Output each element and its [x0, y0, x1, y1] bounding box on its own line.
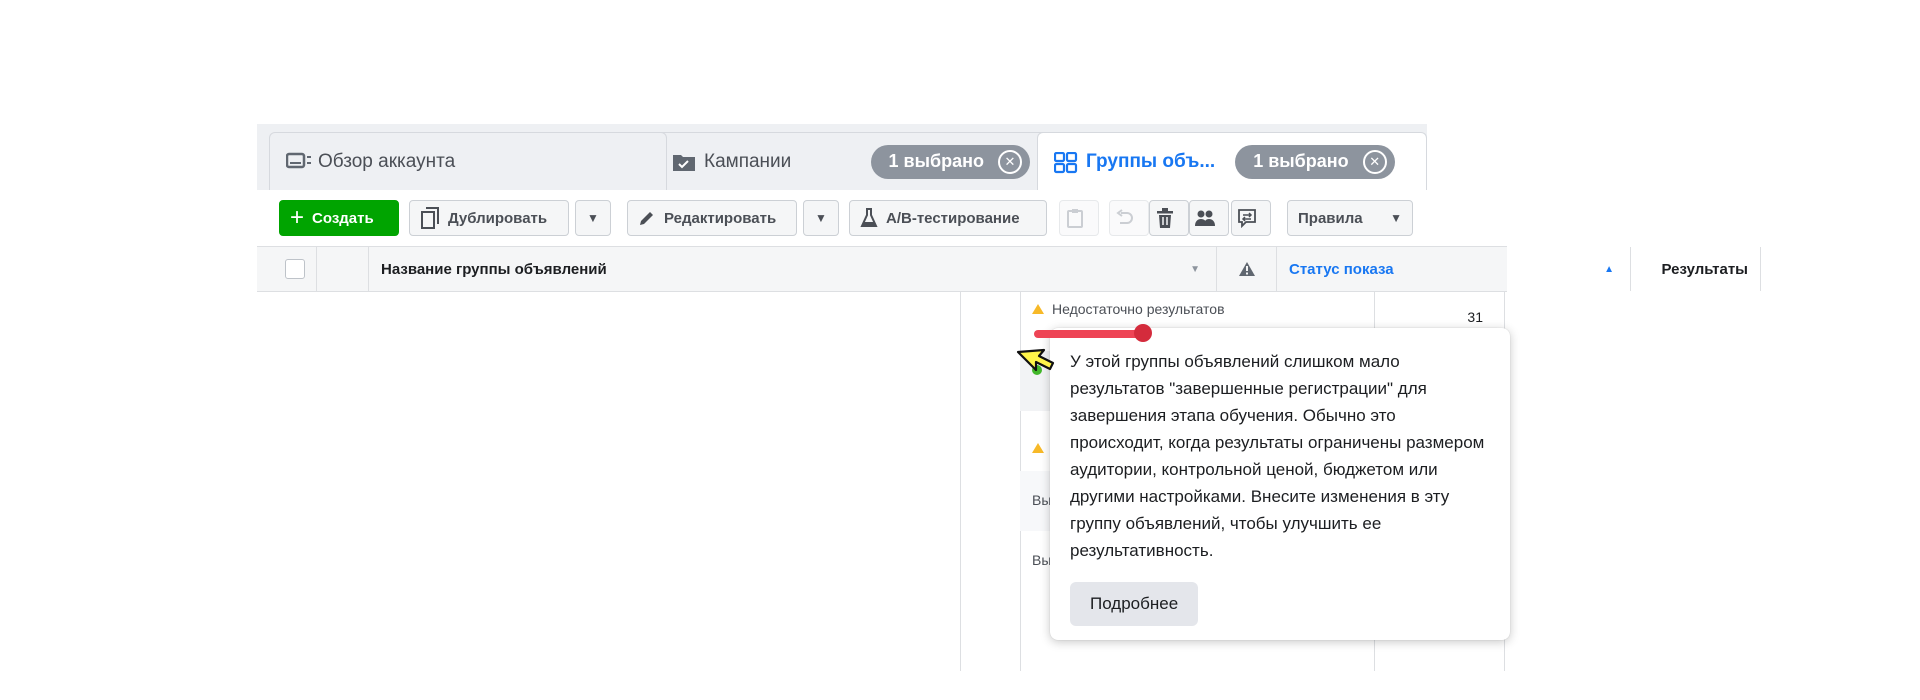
column-header-results[interactable]: Результаты [1631, 247, 1761, 291]
tab-ad-sets-label: Группы объ... [1086, 150, 1216, 172]
rules-button[interactable]: Правила ▼ [1287, 200, 1413, 236]
pointer-cursor-icon [1016, 348, 1055, 372]
column-name-label: Название группы объявлений [381, 260, 607, 278]
status-cell[interactable]: Недостаточно результатов [1032, 301, 1225, 317]
column-header-status[interactable]: Статус показа ▲ [1277, 247, 1631, 291]
edit-button[interactable]: Редактировать [627, 200, 797, 236]
tab-account-overview[interactable]: Обзор аккаунта [269, 132, 667, 190]
pencil-icon [640, 212, 653, 225]
column-header-name[interactable]: Название группы объявлений ▼ [369, 247, 1217, 291]
create-label: Создать [312, 209, 374, 227]
audience-button[interactable] [1189, 200, 1229, 236]
people-icon [1195, 210, 1215, 226]
learn-more-button[interactable]: Подробнее [1070, 582, 1199, 626]
grid-icon [1054, 151, 1078, 173]
clipboard-icon [1067, 209, 1083, 228]
column-divider [960, 291, 961, 671]
sort-down-icon[interactable]: ▼ [1190, 264, 1200, 275]
toggle-column-header [317, 247, 369, 291]
warning-triangle-icon [1032, 443, 1044, 453]
status-label-truncated: Вы [1032, 552, 1052, 568]
flask-icon [860, 208, 878, 227]
select-all-cell [257, 247, 317, 291]
sort-up-icon[interactable]: ▲ [1604, 264, 1614, 275]
warning-icon [1238, 262, 1255, 276]
trash-icon [1157, 208, 1173, 228]
status-label: Недостаточно результатов [1052, 301, 1225, 317]
campaigns-selected-pill[interactable]: 1 выбрано ✕ [870, 144, 1030, 179]
toolbar: + Создать Дублировать ▼ Редактировать ▼ … [257, 190, 1427, 246]
delete-button[interactable] [1149, 200, 1189, 236]
duplicate-label: Дублировать [448, 209, 548, 227]
status-label-truncated: Вы [1032, 492, 1052, 508]
clipboard-button[interactable] [1059, 200, 1099, 236]
tab-account-label: Обзор аккаунта [318, 150, 456, 172]
compare-icon [1238, 209, 1256, 228]
select-all-checkbox[interactable] [285, 259, 305, 279]
campaigns-selected-count: 1 выбрано [888, 151, 984, 171]
edit-dropdown-button[interactable]: ▼ [803, 200, 839, 236]
clear-selection-icon[interactable]: ✕ [1362, 149, 1387, 174]
folder-check-icon [672, 152, 696, 172]
caret-down-icon: ▼ [1390, 211, 1402, 225]
undo-button[interactable] [1109, 200, 1149, 236]
tooltip-text: У этой группы объявлений слишком мало ре… [1070, 352, 1485, 560]
edit-label: Редактировать [664, 209, 777, 227]
tab-strip: Кампании 1 выбрано ✕ Обзор аккаунта Груп… [257, 124, 1427, 190]
clear-selection-icon[interactable]: ✕ [998, 149, 1022, 174]
status-tooltip: У этой группы объявлений слишком мало ре… [1050, 328, 1510, 640]
tab-ad-sets[interactable]: Группы объ... 1 выбрано ✕ [1037, 132, 1427, 190]
undo-icon [1116, 209, 1133, 224]
ab-test-button[interactable]: А/В-тестирование [849, 200, 1047, 236]
duplicate-button[interactable]: Дублировать [409, 200, 569, 236]
monitor-list-icon [286, 152, 311, 172]
adsets-selected-pill[interactable]: 1 выбрано ✕ [1235, 144, 1395, 179]
caret-down-icon: ▼ [815, 211, 827, 225]
create-button[interactable]: + Создать [279, 200, 399, 236]
rules-label: Правила [1298, 209, 1363, 227]
annotation-dot [1134, 324, 1152, 342]
adsets-selected-count: 1 выбрано [1253, 151, 1349, 171]
results-value: 31 [1467, 309, 1483, 325]
ab-test-label: А/В-тестирование [886, 209, 1020, 227]
duplicate-dropdown-button[interactable]: ▼ [575, 200, 611, 236]
copy-icon [421, 207, 439, 229]
column-status-label: Статус показа [1289, 260, 1394, 278]
caret-down-icon: ▼ [587, 211, 599, 225]
tab-campaigns-label: Кампании [704, 150, 792, 172]
column-header-warnings[interactable] [1217, 247, 1277, 291]
table-header: Название группы объявлений ▼ Статус пока… [257, 246, 1761, 292]
plus-icon: + [290, 204, 305, 231]
compare-button[interactable] [1231, 200, 1271, 236]
warning-triangle-icon [1032, 304, 1044, 314]
column-results-label: Результаты [1661, 260, 1748, 278]
